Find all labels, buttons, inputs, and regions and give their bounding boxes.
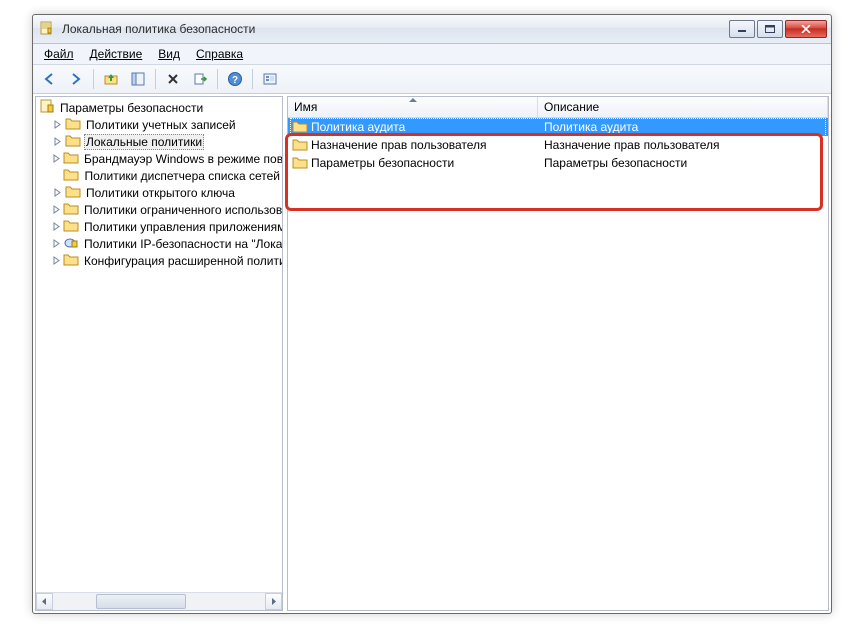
svg-text:?: ? — [232, 75, 238, 86]
column-header-description[interactable]: Описание — [538, 97, 828, 117]
menu-action[interactable]: Действие — [83, 46, 150, 62]
spacer — [52, 170, 61, 181]
folder-icon — [63, 167, 79, 184]
scroll-thumb[interactable] — [96, 594, 186, 609]
expander-icon[interactable] — [52, 238, 61, 249]
security-settings-icon — [39, 98, 55, 117]
tree-label: Политики IP-безопасности на "Локальный к… — [82, 237, 282, 251]
menu-file[interactable]: Файл — [37, 46, 81, 62]
expander-icon[interactable] — [52, 204, 61, 215]
cell-desc: Назначение прав пользователя — [538, 138, 828, 152]
expander-icon[interactable] — [52, 119, 63, 130]
help-button[interactable]: ? — [222, 66, 248, 92]
column-header-name[interactable]: Имя — [288, 97, 538, 117]
tree-label: Локальные политики — [84, 134, 204, 150]
app-icon — [39, 20, 55, 39]
list-column-headers: Имя Описание — [288, 97, 828, 118]
expander-icon[interactable] — [52, 221, 61, 232]
cell-name: Политика аудита — [311, 120, 405, 134]
list-pane: Имя Описание Политика аудита Политика ау… — [287, 96, 829, 611]
menu-bar: Файл Действие Вид Справка — [33, 44, 831, 65]
tree-root[interactable]: Параметры безопасности — [36, 99, 282, 116]
tree-label: Параметры безопасности — [58, 101, 205, 115]
tree-label: Политики управления приложениями — [82, 220, 282, 234]
folder-icon — [63, 150, 79, 167]
delete-button[interactable] — [160, 66, 186, 92]
toolbar-separator — [252, 69, 253, 89]
tree-label: Политики диспетчера списка сетей — [82, 169, 282, 183]
folder-icon — [63, 252, 79, 269]
ipsec-icon — [63, 235, 79, 252]
menu-help[interactable]: Справка — [189, 46, 250, 62]
extended-view-button[interactable] — [257, 66, 283, 92]
tree-item-app-control[interactable]: Политики управления приложениями — [36, 218, 282, 235]
toolbar-separator — [93, 69, 94, 89]
column-label: Описание — [544, 100, 599, 114]
list-row[interactable]: Назначение прав пользователя Назначение … — [288, 136, 828, 154]
folder-icon — [63, 201, 79, 218]
tree-label: Конфигурация расширенной политики аудита — [82, 254, 282, 268]
tree-label: Политики ограниченного использования про… — [82, 203, 282, 217]
tree-item-public-key[interactable]: Политики открытого ключа — [36, 184, 282, 201]
scroll-right-button[interactable] — [265, 593, 282, 610]
tree-item-local-policies[interactable]: Локальные политики — [36, 133, 282, 150]
toolbar-separator — [217, 69, 218, 89]
back-button[interactable] — [36, 66, 62, 92]
menu-view[interactable]: Вид — [151, 46, 187, 62]
tree-label: Брандмауэр Windows в режиме повышенной б… — [82, 152, 282, 166]
list-body[interactable]: Политика аудита Политика аудита Назначен… — [288, 118, 828, 610]
tree-label: Политики учетных записей — [84, 118, 238, 132]
client-area: Параметры безопасности Политики учетных … — [33, 94, 831, 613]
tree-horizontal-scrollbar[interactable] — [36, 592, 282, 610]
expander-icon[interactable] — [52, 187, 63, 198]
folder-icon — [65, 133, 81, 150]
tree-body[interactable]: Параметры безопасности Политики учетных … — [36, 97, 282, 592]
cell-desc: Политика аудита — [538, 120, 828, 134]
tree-pane: Параметры безопасности Политики учетных … — [35, 96, 283, 611]
folder-icon — [65, 184, 81, 201]
forward-button[interactable] — [63, 66, 89, 92]
cell-desc: Параметры безопасности — [538, 156, 828, 170]
sort-asc-icon — [409, 98, 417, 102]
expander-icon[interactable] — [52, 153, 61, 164]
toolbar-separator — [155, 69, 156, 89]
folder-icon — [292, 137, 308, 154]
window-title: Локальная политика безопасности — [62, 22, 729, 36]
expander-icon[interactable] — [52, 136, 63, 147]
toolbar: ? — [33, 65, 831, 94]
cell-name: Назначение прав пользователя — [311, 138, 487, 152]
list-row[interactable]: Параметры безопасности Параметры безопас… — [288, 154, 828, 172]
tree-item-advanced-audit[interactable]: Конфигурация расширенной политики аудита — [36, 252, 282, 269]
scroll-left-button[interactable] — [36, 593, 53, 610]
title-bar[interactable]: Локальная политика безопасности — [33, 15, 831, 44]
folder-icon — [292, 119, 308, 136]
window-controls — [729, 20, 827, 38]
folder-icon — [292, 155, 308, 172]
tree-item-network-list[interactable]: Политики диспетчера списка сетей — [36, 167, 282, 184]
folder-icon — [65, 116, 81, 133]
cell-name: Параметры безопасности — [311, 156, 454, 170]
show-hide-tree-button[interactable] — [125, 66, 151, 92]
list-row[interactable]: Политика аудита Политика аудита — [288, 118, 828, 136]
maximize-button[interactable] — [757, 20, 783, 38]
close-button[interactable] — [785, 20, 827, 38]
tree-item-account-policies[interactable]: Политики учетных записей — [36, 116, 282, 133]
minimize-button[interactable] — [729, 20, 755, 38]
up-folder-button[interactable] — [98, 66, 124, 92]
tree-item-software-restriction[interactable]: Политики ограниченного использования про… — [36, 201, 282, 218]
expander-icon[interactable] — [52, 255, 61, 266]
app-window: Локальная политика безопасности Файл Дей… — [32, 14, 832, 614]
export-button[interactable] — [187, 66, 213, 92]
tree-item-firewall[interactable]: Брандмауэр Windows в режиме повышенной б… — [36, 150, 282, 167]
folder-icon — [63, 218, 79, 235]
column-label: Имя — [294, 100, 317, 114]
tree-label: Политики открытого ключа — [84, 186, 237, 200]
tree-item-ip-security[interactable]: Политики IP-безопасности на "Локальный к… — [36, 235, 282, 252]
